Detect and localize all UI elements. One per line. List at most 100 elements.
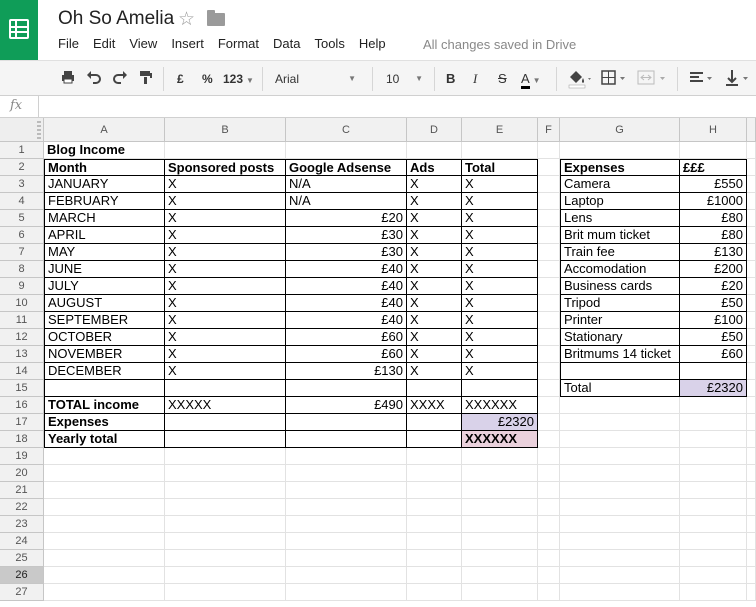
cell-c6[interactable]: £30 [286, 227, 407, 244]
cell-g13[interactable]: Britmums 14 ticket [560, 346, 680, 363]
cell-g5[interactable]: Lens [560, 210, 680, 227]
row-header-1[interactable]: 1 [0, 142, 44, 159]
cell-d12[interactable]: X [407, 329, 462, 346]
cell-g20[interactable] [560, 465, 680, 482]
cell-g8[interactable]: Accomodation [560, 261, 680, 278]
cell-a5[interactable]: MARCH [44, 210, 165, 227]
cell-b9[interactable]: X [165, 278, 286, 295]
cell-g24[interactable] [560, 533, 680, 550]
row-header-18[interactable]: 18 [0, 431, 44, 448]
cell-d26[interactable] [407, 567, 462, 584]
cell-h10[interactable]: £50 [680, 295, 747, 312]
cell-e9[interactable]: X [462, 278, 538, 295]
cell-d25[interactable] [407, 550, 462, 567]
cell-f15[interactable] [538, 380, 560, 397]
cell-a14[interactable]: DECEMBER [44, 363, 165, 380]
cell-a11[interactable]: SEPTEMBER [44, 312, 165, 329]
cell-f6[interactable] [538, 227, 560, 244]
row-header-22[interactable]: 22 [0, 499, 44, 516]
font-family-dropdown[interactable]: Arial ▼ [275, 69, 360, 89]
row-header-27[interactable]: 27 [0, 584, 44, 601]
cell-e19[interactable] [462, 448, 538, 465]
cell-f24[interactable] [538, 533, 560, 550]
row-header-5[interactable]: 5 [0, 210, 44, 227]
cell-e12[interactable]: X [462, 329, 538, 346]
cell-f11[interactable] [538, 312, 560, 329]
cell-f27[interactable] [538, 584, 560, 601]
column-header-h[interactable]: H [680, 118, 747, 142]
cell-b13[interactable]: X [165, 346, 286, 363]
row-header-7[interactable]: 7 [0, 244, 44, 261]
cell-c24[interactable] [286, 533, 407, 550]
cell-a7[interactable]: MAY [44, 244, 165, 261]
cell-b3[interactable]: X [165, 176, 286, 193]
cell-d7[interactable]: X [407, 244, 462, 261]
cell-h9[interactable]: £20 [680, 278, 747, 295]
cell-d1[interactable] [407, 142, 462, 159]
cell-g21[interactable] [560, 482, 680, 499]
cell-d17[interactable] [407, 414, 462, 431]
cell-c11[interactable]: £40 [286, 312, 407, 329]
cell-a21[interactable] [44, 482, 165, 499]
cell-b6[interactable]: X [165, 227, 286, 244]
cell-h25[interactable] [680, 550, 747, 567]
cell-c23[interactable] [286, 516, 407, 533]
cell-e13[interactable]: X [462, 346, 538, 363]
cell-b27[interactable] [165, 584, 286, 601]
cell-h24[interactable] [680, 533, 747, 550]
document-title[interactable]: Oh So Amelia [58, 8, 174, 30]
currency-button[interactable]: £ [177, 69, 184, 89]
cell-a16[interactable]: TOTAL income [44, 397, 165, 414]
column-header-g[interactable]: G [560, 118, 680, 142]
cell-f23[interactable] [538, 516, 560, 533]
cell-h11[interactable]: £100 [680, 312, 747, 329]
cell-h2[interactable]: £££ [680, 159, 747, 176]
cell-d13[interactable]: X [407, 346, 462, 363]
percent-button[interactable]: % [202, 69, 213, 89]
column-header-b[interactable]: B [165, 118, 286, 142]
cell-c27[interactable] [286, 584, 407, 601]
column-header-e[interactable]: E [462, 118, 538, 142]
cell-c9[interactable]: £40 [286, 278, 407, 295]
cell-c21[interactable] [286, 482, 407, 499]
font-size-dropdown[interactable]: 10 ▼ [386, 69, 426, 89]
cell-g27[interactable] [560, 584, 680, 601]
cell-h19[interactable] [680, 448, 747, 465]
cell-g9[interactable]: Business cards [560, 278, 680, 295]
cell-b19[interactable] [165, 448, 286, 465]
cell-h18[interactable] [680, 431, 747, 448]
valign-icon[interactable] [724, 69, 754, 89]
cell-a17[interactable]: Expenses [44, 414, 165, 431]
cell-b16[interactable]: XXXXX [165, 397, 286, 414]
cell-a27[interactable] [44, 584, 165, 601]
cell-f4[interactable] [538, 193, 560, 210]
cell-f13[interactable] [538, 346, 560, 363]
cell-d2[interactable]: Ads [407, 159, 462, 176]
cell-a9[interactable]: JULY [44, 278, 165, 295]
cell-g22[interactable] [560, 499, 680, 516]
cell-e27[interactable] [462, 584, 538, 601]
cell-f3[interactable] [538, 176, 560, 193]
cell-d14[interactable]: X [407, 363, 462, 380]
cell-b25[interactable] [165, 550, 286, 567]
star-icon[interactable]: ☆ [178, 8, 195, 31]
cell-c16[interactable]: £490 [286, 397, 407, 414]
cell-d3[interactable]: X [407, 176, 462, 193]
cell-d10[interactable]: X [407, 295, 462, 312]
cell-f25[interactable] [538, 550, 560, 567]
menu-file[interactable]: File [58, 36, 79, 54]
cell-c15[interactable] [286, 380, 407, 397]
row-header-11[interactable]: 11 [0, 312, 44, 329]
cell-e17[interactable]: £2320 [462, 414, 538, 431]
cell-h4[interactable]: £1000 [680, 193, 747, 210]
cell-d20[interactable] [407, 465, 462, 482]
cell-f12[interactable] [538, 329, 560, 346]
column-header-f[interactable]: F [538, 118, 560, 142]
cell-d8[interactable]: X [407, 261, 462, 278]
cell-f16[interactable] [538, 397, 560, 414]
cell-e16[interactable]: XXXXXX [462, 397, 538, 414]
cell-a3[interactable]: JANUARY [44, 176, 165, 193]
cell-e25[interactable] [462, 550, 538, 567]
cell-b22[interactable] [165, 499, 286, 516]
cell-a24[interactable] [44, 533, 165, 550]
